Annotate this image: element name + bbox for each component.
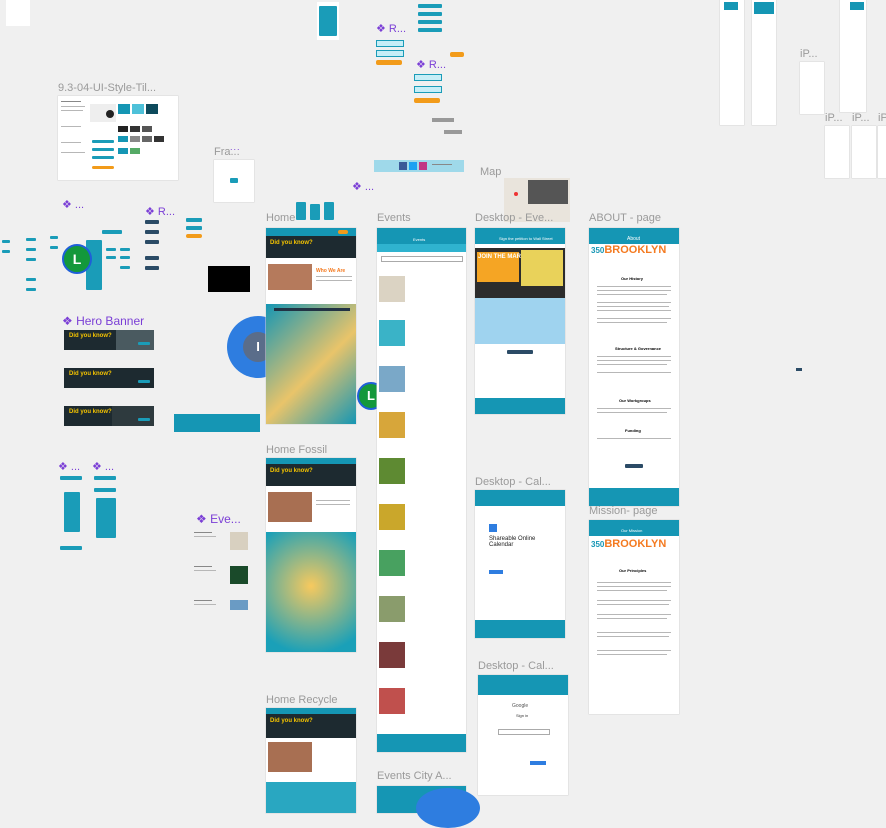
mission-brand-logo: 350BROOKLYN bbox=[591, 538, 667, 550]
blue-cursor-blob[interactable] bbox=[416, 788, 480, 828]
component-r3-buttons[interactable] bbox=[145, 220, 163, 272]
gray-button[interactable] bbox=[432, 118, 454, 122]
component-r2-label[interactable]: ❖ R... bbox=[416, 58, 446, 71]
text-frame-2[interactable] bbox=[752, 0, 776, 125]
mission-page-frame[interactable]: Our Mission 350BROOKLYN Our Principles bbox=[589, 520, 679, 714]
iphone-label-2[interactable]: iP... bbox=[825, 112, 843, 124]
hero-banner-label[interactable]: ❖ Hero Banner bbox=[62, 314, 144, 328]
canvas-frame-corner[interactable] bbox=[6, 0, 30, 26]
about-page-label[interactable]: ABOUT - page bbox=[589, 212, 661, 224]
fra-frame[interactable] bbox=[214, 160, 254, 202]
iphone-frame-2[interactable] bbox=[825, 126, 849, 178]
component-eve-items[interactable] bbox=[194, 528, 250, 612]
user-avatar-l-1[interactable]: L bbox=[62, 244, 92, 274]
desktop-eve-frame[interactable]: Sign the petition to Wall Street JOIN TH… bbox=[475, 228, 565, 414]
desktop-cal-1-frame[interactable]: Shareable Online Calendar bbox=[475, 490, 565, 638]
gray-button-2[interactable] bbox=[444, 130, 462, 134]
iphone-frame-3[interactable] bbox=[852, 126, 876, 178]
home-label[interactable]: Home bbox=[266, 212, 295, 224]
component-block bbox=[319, 6, 337, 36]
about-brand-logo: 350BROOKLYN bbox=[591, 244, 667, 256]
social-icons-strip[interactable] bbox=[374, 160, 464, 172]
text-frame-1[interactable] bbox=[720, 0, 744, 125]
map-label[interactable]: Map bbox=[480, 166, 501, 178]
desktop-cal-2-label[interactable]: Desktop - Cal... bbox=[478, 660, 554, 672]
desktop-cal-1-label[interactable]: Desktop - Cal... bbox=[475, 476, 551, 488]
component-button-stack-1[interactable] bbox=[376, 40, 404, 70]
component-dots-c[interactable]: ❖ ... bbox=[92, 460, 114, 473]
home-fossil-frame[interactable]: Did you know? bbox=[266, 458, 356, 652]
component-r3-label[interactable]: ❖ R... bbox=[145, 205, 175, 218]
component-button-group[interactable] bbox=[418, 4, 442, 32]
home-frame[interactable]: Did you know? Who We Are bbox=[266, 228, 356, 424]
home-header-buttons[interactable] bbox=[296, 198, 346, 222]
orange-button[interactable] bbox=[450, 52, 464, 57]
fra-dots: ... bbox=[230, 142, 241, 152]
text-frame-3[interactable] bbox=[840, 0, 866, 112]
iphone-label-1[interactable]: iP... bbox=[800, 48, 818, 60]
iphone-frame-1[interactable] bbox=[800, 62, 824, 114]
desktop-eve-label[interactable]: Desktop - Eve... bbox=[475, 212, 553, 224]
hero-banner-2[interactable]: Did you know? bbox=[64, 368, 154, 388]
iphone-frame-4[interactable] bbox=[878, 126, 886, 178]
footer-component[interactable] bbox=[174, 414, 260, 432]
about-page-frame[interactable]: About 350BROOKLYN Our History Structure … bbox=[589, 228, 679, 506]
component-buttons-right[interactable] bbox=[186, 218, 204, 240]
home-recycle-label[interactable]: Home Recycle bbox=[266, 694, 338, 706]
component-button-stack-2[interactable] bbox=[414, 74, 442, 104]
small-marker[interactable] bbox=[796, 368, 802, 371]
component-dots-b[interactable]: ❖ ... bbox=[58, 460, 80, 473]
desktop-cal-2-frame[interactable]: Google Sign in bbox=[478, 675, 568, 795]
home-recycle-frame[interactable]: Did you know? bbox=[266, 708, 356, 813]
home-fossil-label[interactable]: Home Fossil bbox=[266, 444, 327, 456]
hero-banner-1[interactable]: Did you know? bbox=[64, 330, 154, 350]
dropdown-component-1[interactable] bbox=[60, 476, 82, 550]
iphone-label-3[interactable]: iP... bbox=[852, 112, 870, 124]
component-dots-d[interactable]: ❖ ... bbox=[352, 180, 374, 193]
events-frame[interactable]: Events bbox=[377, 228, 466, 752]
style-tile-frame[interactable] bbox=[58, 96, 178, 180]
hero-banner-3[interactable]: Did you know? bbox=[64, 406, 154, 426]
dropdown-component-2[interactable] bbox=[94, 476, 116, 540]
events-city-label[interactable]: Events City A... bbox=[377, 770, 452, 782]
events-label[interactable]: Events bbox=[377, 212, 411, 224]
mission-page-label[interactable]: Mission- page bbox=[589, 505, 657, 517]
black-frame[interactable] bbox=[208, 266, 250, 292]
component-eve-label[interactable]: ❖ Eve... bbox=[196, 512, 241, 526]
style-tile-label[interactable]: 9.3-04-UI-Style-Til... bbox=[58, 82, 156, 94]
iphone-label-4[interactable]: iP... bbox=[878, 112, 886, 124]
component-dots-a[interactable]: ❖ ... bbox=[62, 198, 84, 211]
component-r1-label[interactable]: ❖ R... bbox=[376, 22, 406, 35]
